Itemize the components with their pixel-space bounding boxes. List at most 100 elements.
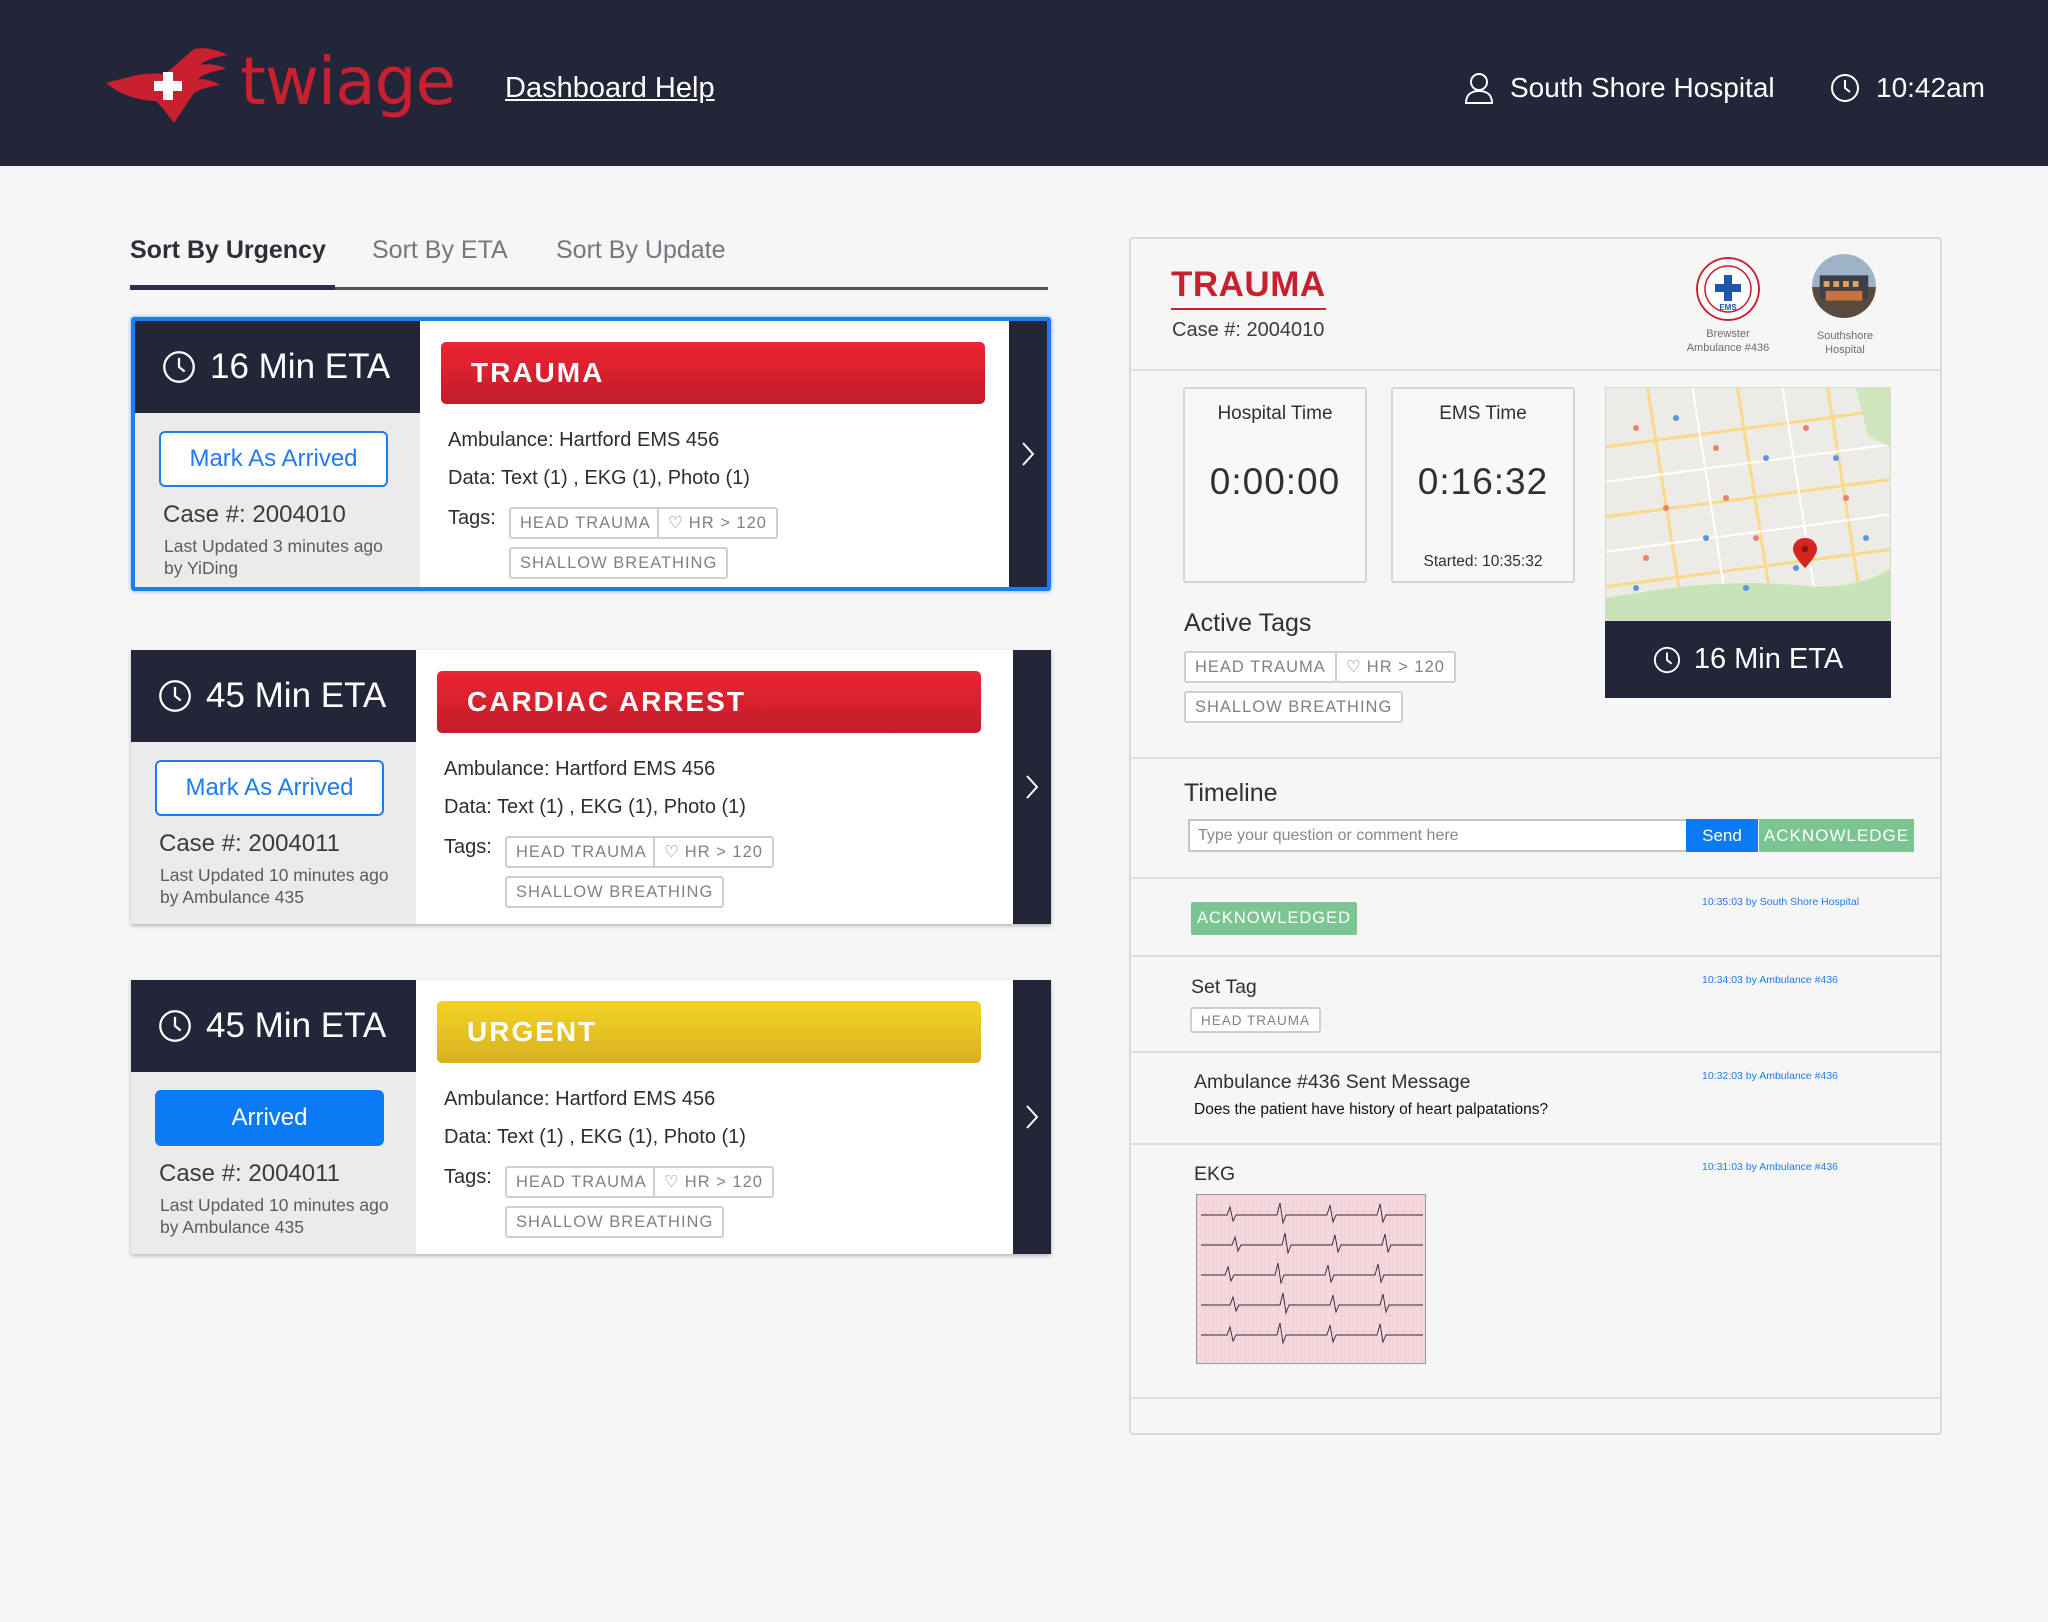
ekg-trace [1197,1195,1425,1363]
ems-logo-label-line: Brewster [1706,328,1750,340]
clock-icon [1831,74,1859,102]
mark-arrived-button[interactable]: Mark As Arrived [159,431,388,487]
detail-case-number: Case #: 2004010 [1172,319,1325,341]
ambulance-info: Ambulance: Hartford EMS 456 [444,1088,716,1110]
data-info: Data: Text (1) , EKG (1), Photo (1) [444,1126,746,1148]
heart-icon: ♡ [1346,658,1362,676]
eta-header: 45 Min ETA [131,650,416,742]
hospital-avatar-label-line: Southshore [1816,330,1874,342]
ems-time-started: Started: 10:35:32 [1423,553,1543,570]
last-updated: Last Updated 10 minutes ago by Ambulance… [160,865,389,907]
open-case-button[interactable] [1013,650,1051,924]
map-eta: 16 Min ETA [1605,621,1891,698]
current-time: 10:42am [1830,72,1985,104]
timeline-entry-title: EKG [1194,1163,1236,1185]
divider [1131,955,1940,957]
ambulance-info: Ambulance: Hartford EMS 456 [444,758,716,780]
timeline-tag-chip: HEAD TRAUMA [1190,1007,1322,1033]
timeline-entry-title: Ambulance #436 Sent Message [1194,1071,1471,1093]
tag-chip: ♡ HR > 120 [653,836,774,868]
winged-cross-icon [106,48,228,123]
mark-arrived-button[interactable]: Mark As Arrived [155,760,384,816]
case-number: Case #: 2004011 [159,830,341,857]
user-icon [1464,73,1494,104]
clock-icon [1653,646,1680,673]
tag-chip-label: HR > 120 [684,842,763,861]
tag-chip-label: HR > 120 [1366,657,1445,676]
tag-chip: SHALLOW BREATHING [505,1206,725,1238]
last-updated: Last Updated 10 minutes ago by Ambulance… [160,1195,389,1237]
send-button[interactable]: Send [1686,819,1758,852]
open-case-button[interactable] [1009,321,1047,587]
ems-logo-label: Brewster Ambulance #436 [1668,327,1788,355]
time-label: 10:42am [1876,72,1985,103]
heart-icon: ♡ [664,1173,680,1191]
ems-logo-text: EMS [1719,303,1737,312]
tag-chip: ♡ HR > 120 [657,507,778,539]
twiage-logo[interactable]: twiage [104,42,456,128]
divider [1131,1397,1940,1399]
tab-sort-eta[interactable]: Sort By ETA [372,236,508,287]
hospital-name: South Shore Hospital [1510,72,1775,103]
clock-icon [159,680,191,712]
tab-sort-update[interactable]: Sort By Update [556,236,726,287]
ekg-image[interactable] [1196,1194,1426,1364]
clock-icon [159,1010,191,1042]
acknowledge-button[interactable]: ACKNOWLEDGE [1759,819,1914,852]
route-map[interactable] [1605,387,1891,621]
chevron-right-icon [1022,442,1035,466]
tag-chip: HEAD TRAUMA [509,507,662,539]
timeline-entry-title: Set Tag [1191,976,1257,998]
ems-time-box: EMS Time 0:16:32 Started: 10:35:32 [1391,387,1575,583]
eta-label: 45 Min ETA [206,676,387,715]
clock-icon [163,351,195,383]
eta-label: 16 Min ETA [210,347,391,386]
eta-header: 16 Min ETA [135,321,420,413]
hospital-time-label: Hospital Time [1217,403,1333,424]
eta-label: 45 Min ETA [206,1006,387,1045]
timeline-meta: 10:31:03 by Ambulance #436 [1702,1161,1839,1173]
hospital-avatar-label: Southshore Hospital [1785,329,1905,357]
tags-label: Tags: [444,836,492,858]
active-tags-title: Active Tags [1184,609,1312,637]
comment-input[interactable]: Type your question or comment here [1188,819,1688,852]
tag-chip: SHALLOW BREATHING [509,547,729,579]
chevron-right-icon [1026,775,1039,799]
divider [1131,1051,1940,1053]
category-badge: URGENT [437,1001,981,1063]
case-number: Case #: 2004010 [163,501,346,528]
ems-logo: EMS [1696,257,1760,321]
case-detail-panel: TRAUMA Case #: 2004010 EMS Brewster Ambu… [1129,237,1942,1435]
data-info: Data: Text (1) , EKG (1), Photo (1) [444,796,746,818]
active-tag-chip: HEAD TRAUMA [1184,651,1337,683]
eta-header: 45 Min ETA [131,980,416,1072]
hospital-account[interactable]: South Shore Hospital [1464,72,1775,104]
timeline-meta: 10:34:03 by Ambulance #436 [1702,974,1839,986]
tab-sort-urgency[interactable]: Sort By Urgency [130,236,335,290]
data-info: Data: Text (1) , EKG (1), Photo (1) [448,467,750,489]
heart-icon: ♡ [668,514,684,532]
tag-chip-label: HR > 120 [688,513,767,532]
timeline-meta: 10:32:03 by Ambulance #436 [1702,1070,1839,1082]
tags-label: Tags: [444,1166,492,1188]
map-tiles [1606,388,1890,620]
timeline-title: Timeline [1184,779,1278,807]
detail-title: TRAUMA [1171,265,1326,310]
divider [1131,369,1940,371]
hospital-avatar [1812,254,1876,318]
case-card[interactable]: 45 Min ETA Arrived Case #: 2004011 Last … [131,980,1051,1254]
tag-chip: SHALLOW BREATHING [505,876,725,908]
tag-chip: HEAD TRAUMA [505,1166,658,1198]
arrived-button[interactable]: Arrived [155,1090,384,1146]
sort-tabs: Sort By Urgency Sort By ETA Sort By Upda… [130,236,1048,290]
divider [1131,877,1940,879]
timeline-message: Does the patient have history of heart p… [1194,1101,1549,1118]
case-number: Case #: 2004011 [159,1160,341,1187]
case-card[interactable]: 45 Min ETA Mark As Arrived Case #: 20040… [131,650,1051,924]
case-card[interactable]: 16 Min ETA Mark As Arrived Case #: 20040… [131,317,1051,591]
tag-chip: ♡ HR > 120 [653,1166,774,1198]
acknowledged-pill: ACKNOWLEDGED [1191,902,1357,935]
open-case-button[interactable] [1013,980,1051,1254]
dashboard-help-link[interactable]: Dashboard Help [505,72,715,105]
hospital-avatar-label-line: Hospital [1825,344,1865,356]
